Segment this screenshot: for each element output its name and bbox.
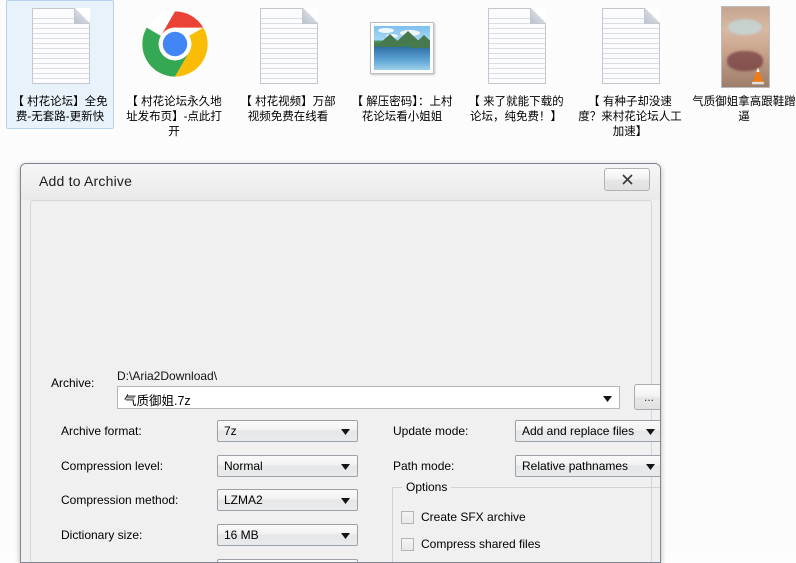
desktop-icon-3[interactable]: 【 解压密码】：上村花论坛看小姐姐 (348, 0, 456, 129)
text-document-icon (481, 6, 551, 90)
archive-format-combobox[interactable]: 7z (217, 420, 358, 442)
desktop-icon-4[interactable]: 【 来了就能下载的论坛，纯免费！】 (462, 0, 570, 129)
desktop-icon-5[interactable]: 【 有种子却没速度？来村花论坛人工加速】 (576, 0, 684, 144)
chevron-down-icon (603, 396, 612, 402)
archive-name-combobox[interactable]: 气质御姐.7z (117, 386, 620, 409)
update-mode-combobox[interactable]: Add and replace files (515, 420, 661, 442)
image-thumbnail-icon (367, 6, 437, 90)
close-button[interactable] (604, 168, 650, 191)
desktop-icon-label: 气质御姐拿高跟鞋蹭逼 (692, 95, 796, 125)
archive-format-label: Archive format: (61, 424, 142, 438)
chevron-down-icon (341, 429, 350, 435)
compress-shared-files-checkbox[interactable] (401, 538, 414, 551)
close-icon (621, 173, 634, 186)
desktop-icon-label: 【 解压密码】：上村花论坛看小姐姐 (350, 95, 454, 125)
text-document-icon (595, 6, 665, 90)
chevron-down-icon (646, 464, 655, 470)
video-thumbnail-icon (709, 6, 779, 90)
create-sfx-archive-checkbox-row[interactable]: Create SFX archive (401, 510, 526, 524)
desktop-icon-row: 【 村花论坛】全免费-无套路-更新快 【 村花论坛永久地址发布页】-点此打开 (0, 0, 796, 160)
archive-format-value: 7z (224, 424, 237, 438)
dictionary-size-combobox[interactable]: 16 MB (217, 524, 358, 546)
create-sfx-archive-checkbox[interactable] (401, 511, 414, 524)
desktop-icon-label: 【 村花视频】万部视频免费在线看 (236, 95, 340, 125)
text-document-icon (25, 6, 95, 90)
desktop-icon-1[interactable]: 【 村花论坛永久地址发布页】-点此打开 (120, 0, 228, 144)
create-sfx-archive-label: Create SFX archive (421, 510, 526, 524)
compression-method-label: Compression method: (61, 493, 178, 507)
chevron-down-icon (341, 533, 350, 539)
add-to-archive-dialog: Add to Archive Archive: D:\Aria2Download… (20, 163, 661, 563)
desktop-icon-label: 【 来了就能下载的论坛，纯免费！】 (464, 95, 568, 125)
chevron-down-icon (646, 429, 655, 435)
desktop-icon-label: 【 村花论坛永久地址发布页】-点此打开 (122, 95, 226, 140)
chevron-down-icon (341, 464, 350, 470)
dialog-titlebar: Add to Archive (21, 164, 660, 200)
path-mode-combobox[interactable]: Relative pathnames (515, 455, 661, 477)
compression-level-label: Compression level: (61, 459, 163, 473)
vlc-cone-icon (748, 66, 768, 86)
archive-name-value: 气质御姐.7z (124, 390, 191, 409)
update-mode-value: Add and replace files (522, 424, 634, 438)
desktop-icon-label: 【 村花论坛】全免费-无套路-更新快 (8, 95, 112, 125)
desktop-icon-0[interactable]: 【 村花论坛】全免费-无套路-更新快 (6, 0, 114, 129)
word-size-combobox[interactable]: 32 (217, 559, 358, 563)
desktop-icon-6[interactable]: 气质御姐拿高跟鞋蹭逼 (690, 0, 796, 129)
compression-level-value: Normal (224, 459, 263, 473)
compression-method-combobox[interactable]: LZMA2 (217, 489, 358, 511)
chrome-icon (139, 6, 209, 90)
dialog-title: Add to Archive (39, 173, 132, 189)
dictionary-size-value: 16 MB (224, 528, 259, 542)
text-document-icon (253, 6, 323, 90)
desktop-icon-label: 【 有种子却没速度？来村花论坛人工加速】 (578, 95, 682, 140)
desktop-icon-2[interactable]: 【 村花视频】万部视频免费在线看 (234, 0, 342, 129)
archive-path-text: D:\Aria2Download\ (117, 369, 217, 383)
dictionary-size-label: Dictionary size: (61, 528, 142, 542)
path-mode-value: Relative pathnames (522, 459, 628, 473)
browse-button[interactable]: ... (634, 384, 661, 410)
compress-shared-files-checkbox-row[interactable]: Compress shared files (401, 537, 540, 551)
update-mode-label: Update mode: (393, 424, 468, 438)
path-mode-label: Path mode: (393, 459, 454, 473)
options-group-title: Options (402, 480, 451, 494)
chevron-down-icon (341, 498, 350, 504)
compression-method-value: LZMA2 (224, 493, 263, 507)
compression-level-combobox[interactable]: Normal (217, 455, 358, 477)
compress-shared-files-label: Compress shared files (421, 537, 540, 551)
archive-label: Archive: (51, 376, 94, 390)
